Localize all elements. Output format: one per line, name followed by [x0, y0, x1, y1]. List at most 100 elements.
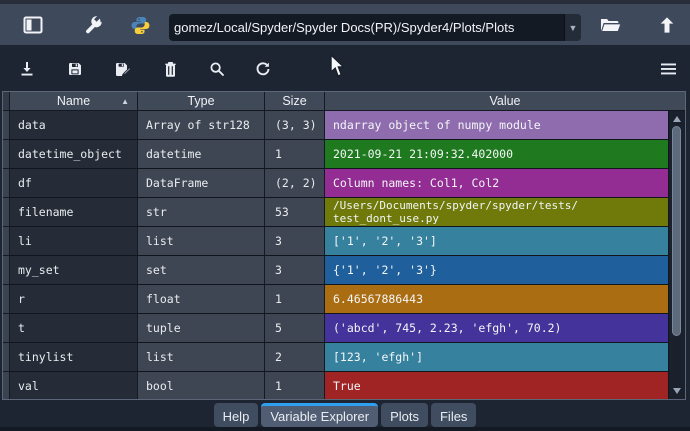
cell-size[interactable]: 1: [265, 140, 325, 169]
cell-type[interactable]: Array of str128: [138, 111, 265, 140]
cell-size[interactable]: 1: [265, 285, 325, 314]
main-toolbar: gomez/Local/Spyder/Spyder Docs(PR)/Spyde…: [0, 4, 690, 46]
cell-type[interactable]: datetime: [138, 140, 265, 169]
up-arrow-icon: [658, 16, 676, 34]
cell-size[interactable]: 53: [265, 198, 325, 227]
sort-ascending-icon: ▲: [121, 97, 129, 106]
cell-name[interactable]: data: [10, 111, 138, 140]
cell-size[interactable]: 5: [265, 314, 325, 343]
refresh-icon: [255, 61, 271, 77]
cell-name[interactable]: val: [10, 372, 138, 399]
row-handle[interactable]: [3, 140, 10, 169]
cell-value[interactable]: True: [325, 372, 685, 399]
working-directory-path[interactable]: gomez/Local/Spyder/Spyder Docs(PR)/Spyde…: [169, 20, 564, 35]
column-header-size[interactable]: Size: [265, 92, 325, 110]
cell-value[interactable]: 6.46567886443: [325, 285, 685, 314]
refresh-variables-button[interactable]: [250, 56, 276, 82]
cell-type[interactable]: tuple: [138, 314, 265, 343]
cell-type[interactable]: set: [138, 256, 265, 285]
row-handle[interactable]: [3, 227, 10, 256]
column-header-type[interactable]: Type: [138, 92, 265, 110]
vertical-scrollbar[interactable]: [668, 111, 685, 399]
panel-layout-icon: [23, 16, 43, 34]
chevron-down-icon[interactable]: ▼: [564, 14, 581, 41]
cell-value[interactable]: 2021-09-21 21:09:32.402000: [325, 140, 685, 169]
cell-name[interactable]: li: [10, 227, 138, 256]
table-row: val bool 1 True: [3, 372, 685, 399]
table-row: filename str 53 /Users/Documents/spyder/…: [3, 198, 685, 227]
import-data-icon: [19, 61, 35, 77]
scrollbar-handle[interactable]: [672, 126, 681, 336]
spyder-window: gomez/Local/Spyder/Spyder Docs(PR)/Spyde…: [0, 0, 690, 431]
variable-table: Name ▲ Type Size Value data Array of str…: [2, 91, 686, 400]
variable-explorer-toolbar: [0, 45, 690, 91]
cell-name[interactable]: t: [10, 314, 138, 343]
row-handle[interactable]: [3, 111, 10, 140]
row-handle[interactable]: [3, 285, 10, 314]
cell-size[interactable]: 3: [265, 227, 325, 256]
cell-name[interactable]: datetime_object: [10, 140, 138, 169]
save-data-as-button[interactable]: [109, 56, 135, 82]
column-header-name[interactable]: Name ▲: [10, 92, 138, 110]
cell-type[interactable]: bool: [138, 372, 265, 399]
cell-type[interactable]: list: [138, 343, 265, 372]
save-data-button[interactable]: [62, 56, 88, 82]
options-menu-button[interactable]: [655, 56, 681, 82]
column-header-value[interactable]: Value: [325, 92, 685, 110]
python-interpreter-button[interactable]: [126, 11, 154, 39]
tab-variable-explorer[interactable]: Variable Explorer: [261, 403, 379, 427]
row-handle[interactable]: [3, 198, 10, 227]
cell-size[interactable]: (2, 2): [265, 169, 325, 198]
cell-value[interactable]: ['1', '2', '3']: [325, 227, 685, 256]
search-icon: [209, 61, 225, 77]
scroll-up-arrow-icon[interactable]: [673, 116, 681, 122]
wrench-icon: [84, 15, 103, 35]
cell-size[interactable]: (3, 3): [265, 111, 325, 140]
python-logo-icon: [131, 16, 150, 35]
table-row: t tuple 5 ('abcd', 745, 2.23, 'efgh', 70…: [3, 314, 685, 343]
cell-value[interactable]: {'1', '2', '3'}: [325, 256, 685, 285]
row-handle[interactable]: [3, 314, 10, 343]
tab-files[interactable]: Files: [430, 403, 477, 427]
tools-button[interactable]: [79, 11, 107, 39]
hamburger-menu-icon: [660, 63, 676, 75]
cell-value[interactable]: /Users/Documents/spyder/spyder/tests/ te…: [325, 198, 685, 227]
table-row: datetime_object datetime 1 2021-09-21 21…: [3, 140, 685, 169]
row-handle[interactable]: [3, 372, 10, 399]
browse-directory-button[interactable]: [596, 11, 624, 39]
cell-type[interactable]: DataFrame: [138, 169, 265, 198]
open-folder-icon: [599, 16, 621, 34]
go-up-directory-button[interactable]: [653, 11, 681, 39]
row-handle[interactable]: [3, 343, 10, 372]
save-icon: [67, 61, 83, 77]
row-handle[interactable]: [3, 169, 10, 198]
remove-variable-button[interactable]: [157, 56, 183, 82]
tab-plots[interactable]: Plots: [381, 403, 428, 427]
cell-size[interactable]: 2: [265, 343, 325, 372]
scroll-down-arrow-icon[interactable]: [673, 388, 681, 394]
import-data-button[interactable]: [14, 56, 40, 82]
table-row: my_set set 3 {'1', '2', '3'}: [3, 256, 685, 285]
table-row: tinylist list 2 [123, 'efgh']: [3, 343, 685, 372]
cell-type[interactable]: list: [138, 227, 265, 256]
cell-value[interactable]: ('abcd', 745, 2.23, 'efgh', 70.2): [325, 314, 685, 343]
tab-help[interactable]: Help: [213, 403, 259, 427]
cell-name[interactable]: filename: [10, 198, 138, 227]
cell-value[interactable]: ndarray object of numpy module: [325, 111, 685, 140]
panel-layout-button[interactable]: [19, 11, 47, 39]
cell-name[interactable]: tinylist: [10, 343, 138, 372]
cell-name[interactable]: r: [10, 285, 138, 314]
row-handle[interactable]: [3, 256, 10, 285]
search-variable-button[interactable]: [204, 56, 230, 82]
window-bottom-edge: [0, 427, 690, 431]
cell-type[interactable]: str: [138, 198, 265, 227]
cell-value[interactable]: Column names: Col1, Col2: [325, 169, 685, 198]
table-row: r float 1 6.46567886443: [3, 285, 685, 314]
working-directory-combobox[interactable]: gomez/Local/Spyder/Spyder Docs(PR)/Spyde…: [169, 14, 581, 41]
cell-name[interactable]: df: [10, 169, 138, 198]
cell-size[interactable]: 1: [265, 372, 325, 399]
cell-type[interactable]: float: [138, 285, 265, 314]
cell-size[interactable]: 3: [265, 256, 325, 285]
cell-value[interactable]: [123, 'efgh']: [325, 343, 685, 372]
cell-name[interactable]: my_set: [10, 256, 138, 285]
